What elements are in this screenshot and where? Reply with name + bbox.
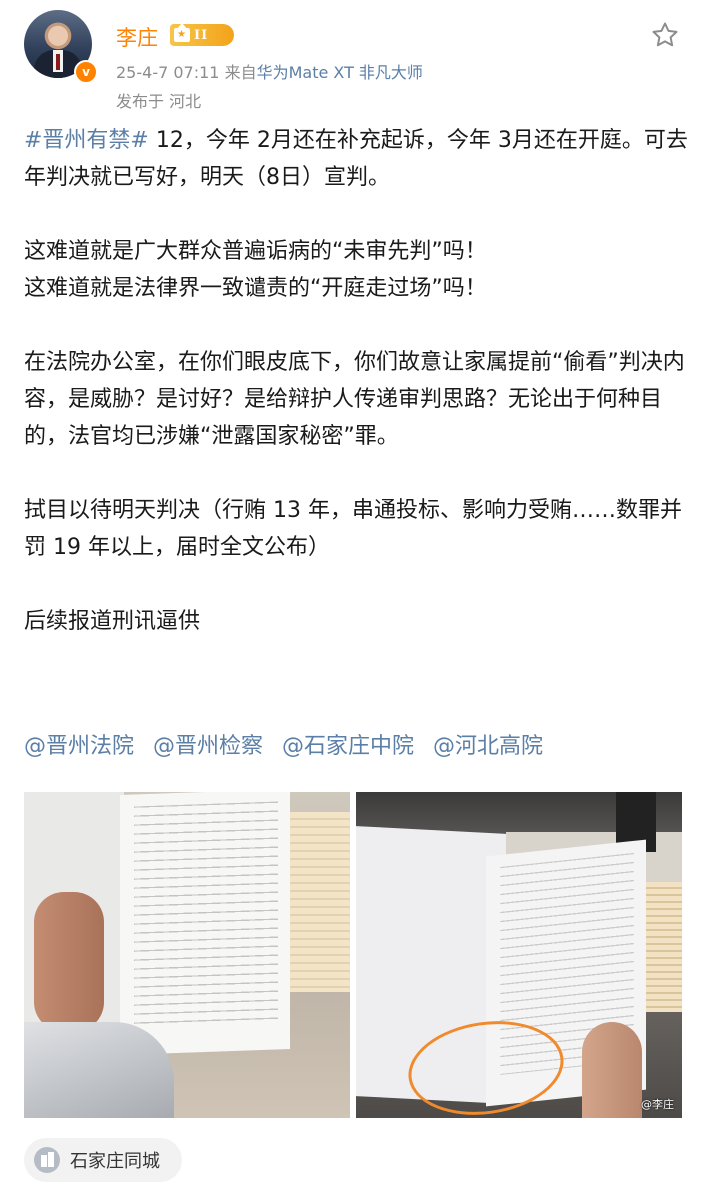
- printed-text-lines: [134, 801, 278, 1025]
- post-location: 发布于 河北: [116, 92, 202, 111]
- crown-icon: [174, 23, 190, 42]
- paragraph-1: #晋州有禁# 12，今年 2月还在补充起诉，今年 3月还在开庭。可去年判决就已写…: [24, 122, 689, 196]
- source-prefix: 来自: [224, 63, 257, 82]
- verified-badge-icon: v: [74, 60, 98, 84]
- location-pill[interactable]: 石家庄同城: [24, 1138, 182, 1182]
- favorite-star-icon[interactable]: [650, 20, 680, 50]
- mention-link[interactable]: @河北高院: [433, 734, 543, 759]
- level-badge-text: II: [194, 27, 209, 43]
- sleeve: [24, 1022, 174, 1118]
- device-link[interactable]: 华为Mate XT 非凡大师: [257, 63, 423, 82]
- mention-link[interactable]: @晋州检察: [153, 734, 263, 759]
- mention-link[interactable]: @石家庄中院: [282, 734, 414, 759]
- location-pill-label: 石家庄同城: [70, 1151, 160, 1172]
- avatar-tie: [56, 54, 60, 70]
- post-image-2[interactable]: @李庄: [356, 792, 682, 1118]
- post-body: #晋州有禁# 12，今年 2月还在补充起诉，今年 3月还在开庭。可去年判决就已写…: [24, 122, 689, 640]
- paragraph-2-line-1: 这难道就是广大群众普遍诟病的“未审先判”吗！: [24, 239, 487, 264]
- book-right-page: [120, 792, 290, 1055]
- post-meta: 25-4-7 07:11 来自华为Mate XT 非凡大师: [116, 59, 423, 83]
- author-name[interactable]: 李庄: [116, 22, 158, 52]
- hand: [582, 1022, 642, 1118]
- paper-stack: [280, 812, 350, 992]
- image-watermark: @李庄: [641, 1098, 674, 1111]
- city-buildings-icon: [34, 1147, 60, 1173]
- paragraph-2: 这难道就是广大群众普遍诟病的“未审先判”吗！ 这难道就是法律界一致谴责的“开庭走过…: [24, 233, 689, 307]
- hashtag-link[interactable]: #晋州有禁#: [24, 128, 149, 153]
- post-header: v 李庄 II 25-4-7 07:11 来自华为Mate XT 非凡大师 发布…: [24, 10, 684, 111]
- post-image-1[interactable]: [24, 792, 350, 1118]
- paragraph-5: 后续报道刑讯逼供: [24, 609, 201, 634]
- post-time: 25-4-7 07:11: [116, 63, 220, 82]
- mentions-row: @晋州法院 @晋州检察 @石家庄中院 @河北高院: [24, 728, 555, 765]
- paragraph-4: 拭目以待明天判决（行贿 13 年，串通投标、影响力受贿……数罪并罚 19 年以上…: [24, 498, 682, 560]
- paragraph-3: 在法院办公室，在你们眼皮底下，你们故意让家属提前“偷看”判决内容，是威胁？是讨好…: [24, 350, 685, 449]
- hand: [34, 892, 104, 1032]
- level-badge[interactable]: II: [170, 23, 234, 46]
- mention-link[interactable]: @晋州法院: [24, 734, 134, 759]
- paragraph-2-line-2: 这难道就是法律界一致谴责的“开庭走过场”吗！: [24, 276, 487, 301]
